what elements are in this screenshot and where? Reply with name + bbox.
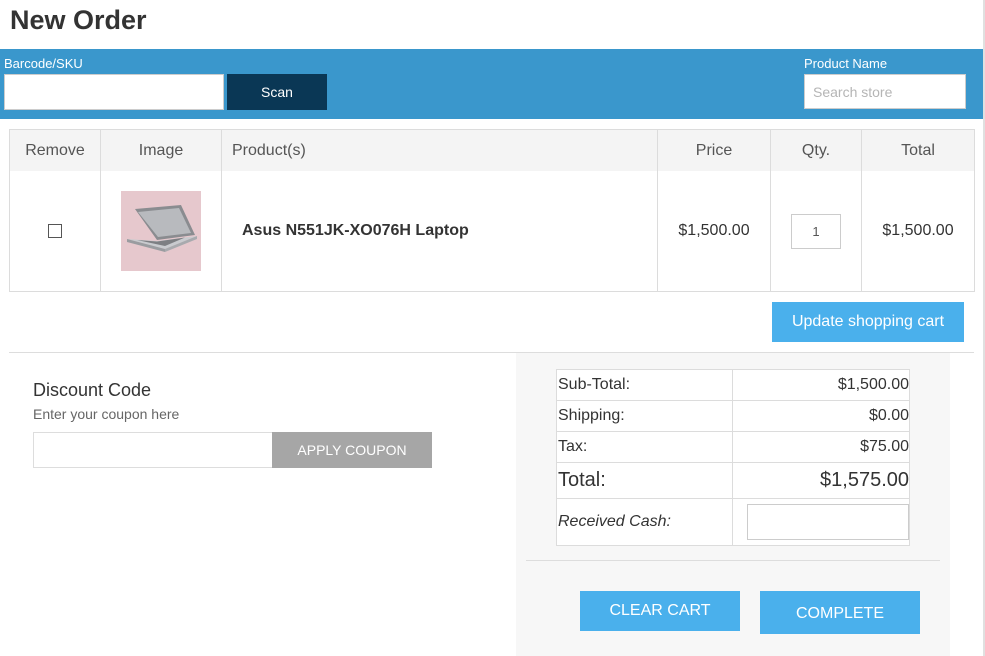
scan-button[interactable]: Scan: [227, 74, 327, 110]
page-title: New Order: [10, 5, 147, 35]
subtotal-label: Sub-Total:: [556, 369, 733, 401]
qty-cell: [770, 171, 862, 292]
shipping-value: $0.00: [732, 400, 910, 432]
apply-coupon-button[interactable]: APPLY COUPON: [272, 432, 432, 468]
received-cash-input[interactable]: [747, 504, 909, 540]
shipping-label: Shipping:: [556, 400, 733, 432]
cash-row: Received Cash:: [556, 498, 910, 546]
complete-button[interactable]: COMPLETE: [760, 591, 920, 634]
discount-title: Discount Code: [33, 380, 152, 400]
remove-checkbox[interactable]: [48, 223, 62, 238]
quantity-input[interactable]: [791, 213, 841, 249]
received-cash-label: Received Cash:: [556, 498, 733, 546]
total-row: Total: $1,575.00: [556, 462, 910, 499]
laptop-icon: [127, 205, 197, 252]
subtotal-value: $1,500.00: [732, 369, 910, 401]
update-cart-button[interactable]: Update shopping cart: [772, 302, 964, 342]
product-header: Product(s): [221, 129, 658, 171]
product-total: $1,500.00: [861, 171, 975, 292]
product-name-label: Product Name: [804, 56, 888, 71]
image-cell: [100, 171, 222, 292]
barcode-input[interactable]: [4, 74, 224, 110]
subtotal-row: Sub-Total: $1,500.00: [556, 369, 910, 401]
tax-row: Tax: $75.00: [556, 431, 910, 463]
cash-cell: [732, 498, 910, 546]
product-image[interactable]: [121, 191, 201, 271]
totals-divider: [526, 560, 940, 561]
total-label: Total:: [556, 462, 733, 499]
tax-label: Tax:: [556, 431, 733, 463]
image-header: Image: [100, 129, 222, 171]
product-price: $1,500.00: [657, 171, 771, 292]
coupon-input[interactable]: [33, 432, 273, 468]
product-search-input[interactable]: [804, 74, 966, 109]
remove-header: Remove: [9, 129, 101, 171]
totals-panel: Sub-Total: $1,500.00 Shipping: $0.00 Tax…: [516, 353, 950, 656]
cart-table: Remove Image Product(s) Price Qty. Total: [9, 129, 975, 292]
remove-cell: [9, 171, 101, 292]
price-header: Price: [657, 129, 771, 171]
scan-bar: Barcode/SKU Scan Product Name: [0, 49, 983, 119]
totals-table: Sub-Total: $1,500.00 Shipping: $0.00 Tax…: [556, 369, 910, 546]
total-value: $1,575.00: [732, 462, 910, 499]
product-name[interactable]: Asus N551JK-XO076H Laptop: [221, 171, 658, 292]
cart-header-row: Remove Image Product(s) Price Qty. Total: [9, 129, 975, 171]
qty-header: Qty.: [770, 129, 862, 171]
total-header: Total: [861, 129, 975, 171]
clear-cart-button[interactable]: CLEAR CART: [580, 591, 740, 631]
tax-value: $75.00: [732, 431, 910, 463]
shipping-row: Shipping: $0.00: [556, 400, 910, 432]
discount-hint: Enter your coupon here: [33, 406, 180, 422]
barcode-label: Barcode/SKU: [4, 56, 83, 71]
cart-item-row: Asus N551JK-XO076H Laptop $1,500.00 $1,5…: [9, 171, 975, 292]
